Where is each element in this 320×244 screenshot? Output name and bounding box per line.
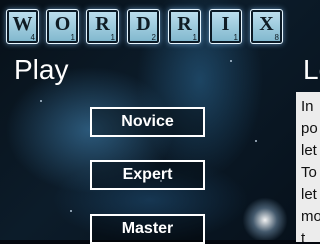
logo-tile: X 8 — [250, 9, 283, 44]
tile-score: 4 — [30, 33, 35, 42]
play-heading: Play — [14, 54, 69, 85]
learn-heading[interactable]: Le — [303, 54, 320, 86]
tile-score: 2 — [151, 33, 156, 42]
tile-score: 1 — [110, 33, 115, 42]
logo-tile: W 4 — [6, 9, 39, 44]
learn-text-line: In — [301, 98, 314, 115]
tile-score: 1 — [70, 33, 75, 42]
learn-panel: In po let To let mo t — [296, 92, 320, 242]
star — [255, 140, 257, 142]
star — [40, 100, 42, 102]
learn-text-line: let — [301, 186, 317, 203]
tile-score: 1 — [192, 33, 197, 42]
logo-tile: R 1 — [86, 9, 119, 44]
tile-score: 8 — [274, 33, 279, 42]
learn-text-line: let — [301, 142, 317, 159]
expert-button[interactable]: Expert — [90, 160, 205, 190]
learn-text-line: po — [301, 120, 318, 137]
logo-tile: I 1 — [209, 9, 242, 44]
learn-text-line: t — [301, 230, 306, 242]
novice-button[interactable]: Novice — [90, 107, 205, 137]
logo-tile: O 1 — [46, 9, 79, 44]
learn-text-line: To — [301, 164, 317, 181]
star — [230, 60, 232, 62]
tile-score: 1 — [233, 33, 238, 42]
star — [70, 210, 72, 212]
logo-tile: D 2 — [127, 9, 160, 44]
logo-tile: R 1 — [168, 9, 201, 44]
learn-text-line: mo — [301, 208, 320, 225]
